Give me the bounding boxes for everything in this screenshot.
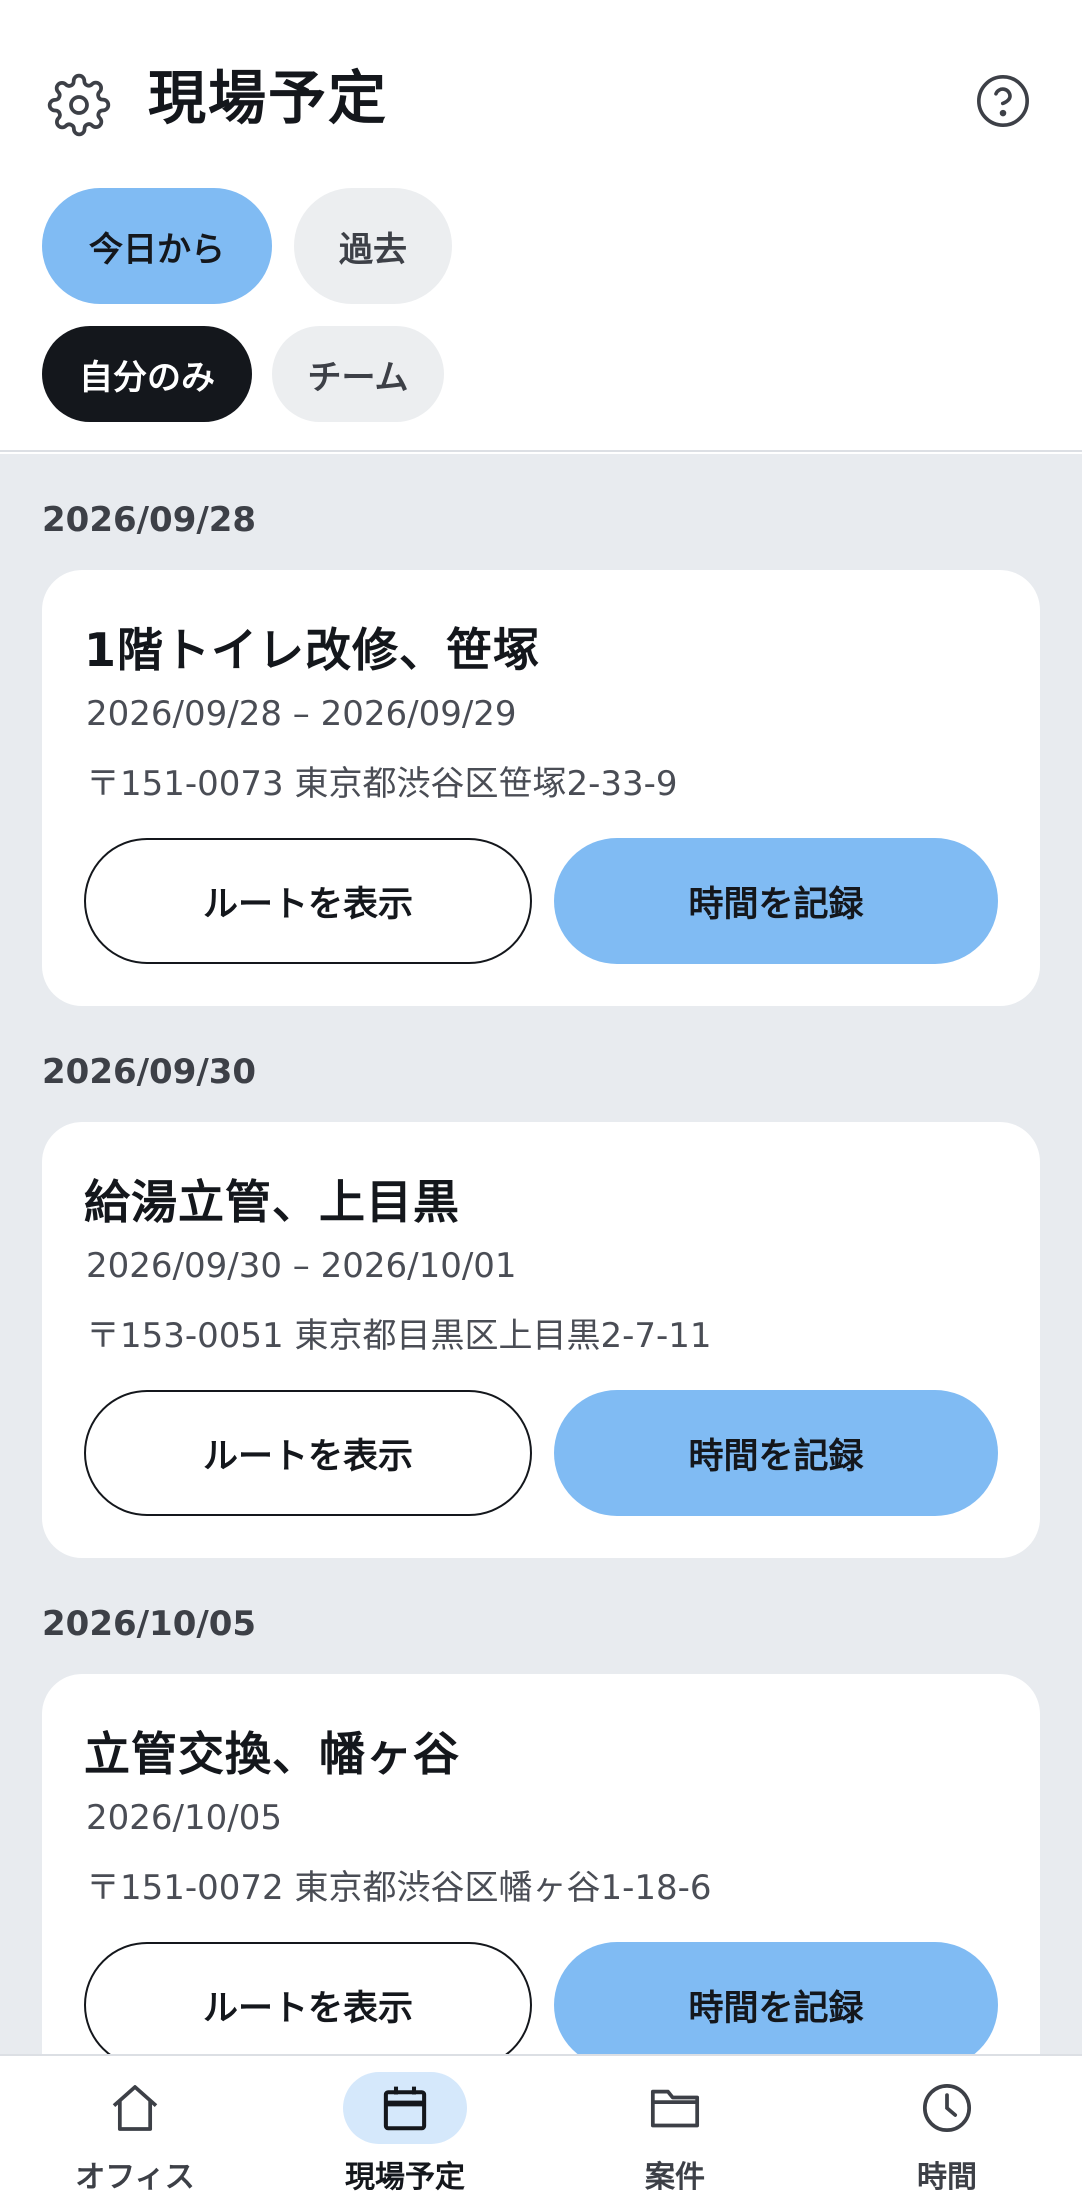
nav-item-office[interactable]: オフィス bbox=[35, 2056, 235, 2202]
card-dates: 2026/09/28 – 2026/09/29 bbox=[86, 694, 517, 734]
card-dates: 2026/10/05 bbox=[86, 1798, 282, 1838]
card-address: 〒151-0073 東京都渋谷区笹塚2-33-9 bbox=[86, 764, 678, 804]
nav-item-projects[interactable]: 案件 bbox=[575, 2056, 775, 2202]
bottom-nav: オフィス 現場予定 案件 時間 bbox=[0, 2054, 1082, 2202]
page-title: 現場予定 bbox=[148, 64, 389, 132]
show-route-button[interactable]: ルートを表示 bbox=[84, 1390, 532, 1516]
nav-label: 時間 bbox=[917, 2160, 977, 2195]
schedule-list[interactable]: 2026/09/28 1階トイレ改修、笹塚 2026/09/28 – 2026/… bbox=[0, 454, 1082, 2110]
filter-chip-past[interactable]: 過去 bbox=[294, 188, 452, 304]
schedule-card[interactable]: 給湯立管、上目黒 2026/09/30 – 2026/10/01 〒153-00… bbox=[42, 1122, 1040, 1558]
schedule-card[interactable]: 立管交換、幡ヶ谷 2026/10/05 〒151-0072 東京都渋谷区幡ヶ谷1… bbox=[42, 1674, 1040, 2110]
nav-item-schedule[interactable]: 現場予定 bbox=[305, 2056, 505, 2202]
show-route-button[interactable]: ルートを表示 bbox=[84, 838, 532, 964]
record-time-button[interactable]: 時間を記録 bbox=[554, 1390, 998, 1516]
card-title: 立管交換、幡ヶ谷 bbox=[84, 1727, 460, 1781]
record-time-button[interactable]: 時間を記録 bbox=[554, 838, 998, 964]
record-time-button[interactable]: 時間を記録 bbox=[554, 1942, 998, 2068]
card-address: 〒153-0051 東京都目黒区上目黒2-7-11 bbox=[86, 1316, 712, 1356]
nav-label: 案件 bbox=[645, 2160, 705, 2195]
calendar-icon bbox=[343, 2072, 467, 2144]
gear-icon[interactable] bbox=[44, 70, 114, 140]
date-header: 2026/10/05 bbox=[42, 1604, 257, 1644]
card-title: 1階トイレ改修、笹塚 bbox=[84, 623, 541, 677]
header: 現場予定 今日から 過去 自分のみ チーム bbox=[0, 0, 1082, 452]
schedule-card[interactable]: 1階トイレ改修、笹塚 2026/09/28 – 2026/09/29 〒151-… bbox=[42, 570, 1040, 1006]
nav-item-time[interactable]: 時間 bbox=[847, 2056, 1047, 2202]
clock-icon bbox=[885, 2072, 1009, 2144]
card-title: 給湯立管、上目黒 bbox=[84, 1175, 460, 1229]
folder-icon bbox=[613, 2072, 737, 2144]
nav-label: オフィス bbox=[75, 2160, 195, 2195]
home-icon bbox=[73, 2072, 197, 2144]
date-header: 2026/09/30 bbox=[42, 1052, 257, 1092]
filter-chip-mine[interactable]: 自分のみ bbox=[42, 326, 252, 422]
filter-chip-team[interactable]: チーム bbox=[272, 326, 444, 422]
help-icon[interactable] bbox=[972, 70, 1034, 132]
date-header: 2026/09/28 bbox=[42, 500, 257, 540]
nav-label: 現場予定 bbox=[345, 2160, 465, 2195]
card-address: 〒151-0072 東京都渋谷区幡ヶ谷1-18-6 bbox=[86, 1868, 712, 1908]
show-route-button[interactable]: ルートを表示 bbox=[84, 1942, 532, 2068]
filter-chip-from-today[interactable]: 今日から bbox=[42, 188, 272, 304]
card-dates: 2026/09/30 – 2026/10/01 bbox=[86, 1246, 517, 1286]
